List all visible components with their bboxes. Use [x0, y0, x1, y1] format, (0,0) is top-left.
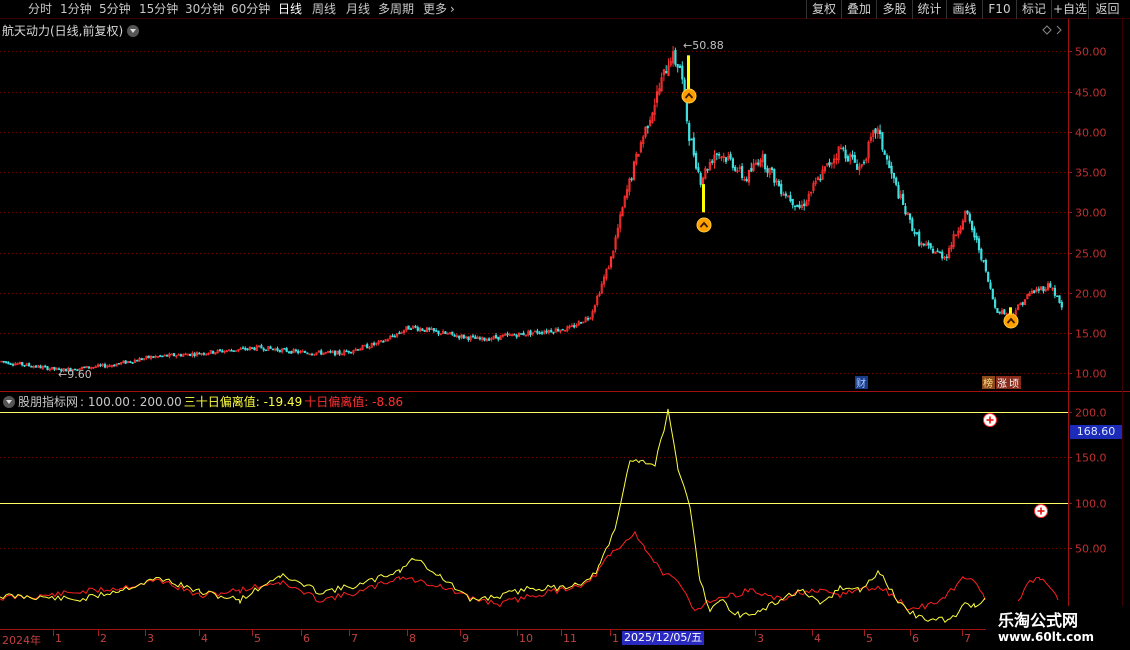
stock-title[interactable]: 航天动力(日线,前复权) — [2, 22, 140, 39]
month-tick — [98, 630, 99, 636]
month-label: 7 — [964, 632, 971, 645]
toolbar-button[interactable]: 复权 — [806, 0, 841, 19]
month-tick — [145, 630, 146, 636]
month-tick — [199, 630, 200, 636]
toolbar-button[interactable]: 画线 — [946, 0, 982, 19]
current-value-badge: 168.60 — [1070, 425, 1122, 439]
period-tab[interactable]: 1分钟 — [60, 1, 92, 18]
plus-signal-icon — [983, 413, 997, 427]
period-tab[interactable]: 更多 — [423, 1, 447, 18]
period-tab[interactable]: 周线 — [312, 1, 336, 18]
chevron-down-icon[interactable] — [3, 396, 15, 408]
period-tab[interactable]: 15分钟 — [139, 1, 178, 18]
month-label: 8 — [409, 632, 416, 645]
indicator-header: 股朋指标网: 100.00: 200.00 三十日偏离值: -19.49 十日偏离值… — [0, 393, 405, 409]
toolbar-button[interactable]: 多股 — [876, 0, 912, 19]
month-tick — [517, 630, 518, 636]
stock-title-text: 航天动力(日线,前复权) — [2, 24, 124, 38]
date-axis: 2024年 1 2 3 4 5 6 7 8 9 10 11 1 3 4 5 6 7 — [0, 630, 1130, 650]
period-tab[interactable]: 多周期 — [378, 1, 414, 18]
series2-label: 十日偏离值: -8.86 — [304, 395, 404, 409]
month-label: 6 — [303, 632, 310, 645]
toolbar-button[interactable]: 统计 — [912, 0, 946, 19]
month-label: 5 — [866, 632, 873, 645]
month-tick — [252, 630, 253, 636]
indicator-value-2: : 200.00 — [131, 395, 182, 409]
toolbar-button[interactable]: +自选 — [1051, 0, 1088, 19]
toolbar-button[interactable]: 标记 — [1016, 0, 1051, 19]
month-tick — [561, 630, 562, 636]
month-label: 11 — [563, 632, 577, 645]
watermark-url: www.60lt.com — [998, 630, 1095, 644]
cursor-date-label: 2025/12/05/五 — [622, 631, 705, 645]
month-label: 2 — [100, 632, 107, 645]
month-label: 1 — [612, 632, 619, 645]
month-label: 4 — [814, 632, 821, 645]
month-label: 7 — [351, 632, 358, 645]
series2-line — [1017, 576, 1059, 602]
month-label: 9 — [462, 632, 469, 645]
month-tick — [755, 630, 756, 636]
period-toolbar: 分时 1分钟 5分钟 15分钟 30分钟 60分钟 日线 周线 月线 多周期 更多 › 复权 叠加 多股 统计… — [0, 0, 1130, 19]
year-label: 2024年 — [2, 634, 41, 647]
month-tick — [53, 630, 54, 636]
price-panel[interactable]: 航天动力(日线,前复权) — [0, 19, 1130, 391]
indicator-tick-label: 100.0 — [1075, 498, 1107, 511]
month-tick — [864, 630, 865, 636]
period-tab[interactable]: 月线 — [346, 1, 370, 18]
month-tick — [910, 630, 911, 636]
month-tick — [349, 630, 350, 636]
month-label: 5 — [254, 632, 261, 645]
period-tab[interactable]: 日线 — [278, 1, 302, 18]
toolbar-button[interactable]: F10 — [982, 0, 1016, 19]
indicator-tick-label: 200.0 — [1075, 407, 1107, 420]
plus-signal-icon — [1034, 504, 1048, 518]
period-tab[interactable]: 60分钟 — [231, 1, 270, 18]
period-tab[interactable]: 30分钟 — [185, 1, 224, 18]
month-label: 6 — [912, 632, 919, 645]
chevron-down-icon[interactable] — [127, 25, 140, 37]
indicator-value-1: : 100.00 — [80, 395, 130, 409]
chevron-right-icon[interactable]: › — [450, 1, 455, 18]
watermark: 乐淘公式网 www.60lt.com — [986, 606, 1130, 650]
indicator-tick-label: 150.0 — [1075, 452, 1107, 465]
month-tick — [812, 630, 813, 636]
month-tick — [610, 630, 611, 636]
indicator-tick-label: 50.00 — [1075, 543, 1107, 556]
month-label: 1 — [55, 632, 62, 645]
month-label: 3 — [757, 632, 764, 645]
month-label: 4 — [201, 632, 208, 645]
month-label: 10 — [519, 632, 533, 645]
month-tick — [301, 630, 302, 636]
month-tick — [460, 630, 461, 636]
watermark-title: 乐淘公式网 — [998, 611, 1079, 630]
indicator-name: 股朋指标网 — [18, 395, 79, 409]
series2-line — [0, 530, 986, 612]
period-tab[interactable]: 分时 — [28, 1, 52, 18]
month-label: 3 — [147, 632, 154, 645]
month-tick — [407, 630, 408, 636]
month-tick — [962, 630, 963, 636]
toolbar-button[interactable]: 返回 — [1088, 0, 1126, 19]
period-tab[interactable]: 5分钟 — [99, 1, 131, 18]
toolbar-button[interactable]: 叠加 — [841, 0, 876, 19]
series1-line — [0, 408, 986, 623]
series1-label: 三十日偏离值: -19.49 — [183, 395, 303, 409]
